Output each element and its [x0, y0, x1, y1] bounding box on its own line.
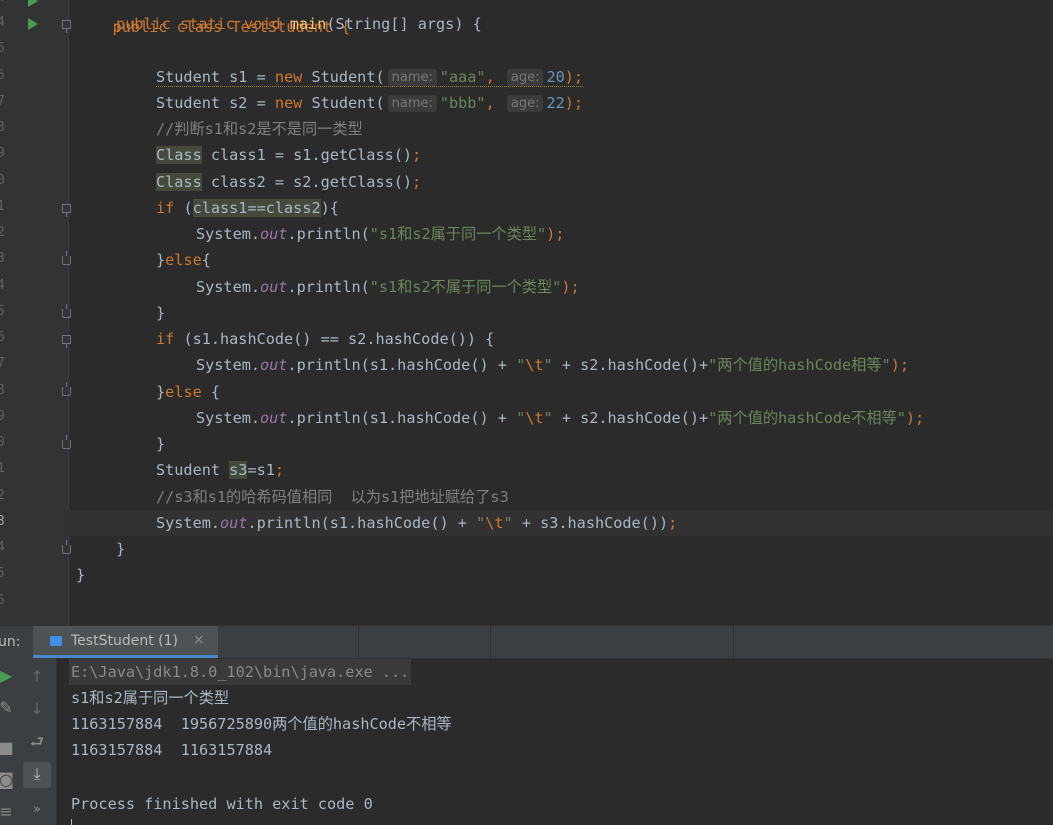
code-line: Student s3=s1;: [156, 461, 285, 479]
line-number: 0: [0, 435, 5, 450]
fold-marker-icon[interactable]: [62, 335, 71, 348]
fold-marker-icon[interactable]: [62, 382, 71, 396]
line-number: 8: [0, 383, 5, 398]
line-number: 1: [0, 461, 5, 476]
tab-label: TestStudent (1): [71, 633, 178, 649]
param-hint-age: age:: [506, 69, 544, 86]
run-class-icon[interactable]: [28, 0, 38, 7]
line-number: 3: [0, 251, 5, 266]
param-hint-name: name:: [387, 69, 437, 86]
line-number-current: 3: [0, 514, 5, 529]
arrow-up-icon[interactable]: ↑: [22, 667, 52, 686]
code-comment: //判断s1和s2是不是同一类型: [156, 120, 363, 138]
code-line: }: [116, 540, 126, 558]
code-line: System.out.println(s1.hashCode() + "\t" …: [196, 356, 909, 374]
line-number: 6: [0, 68, 5, 83]
line-number: 2: [0, 225, 5, 240]
code-line: Class class1 = s1.getClass();: [156, 146, 422, 164]
fold-marker-icon[interactable]: [62, 20, 71, 33]
divider: [358, 626, 359, 658]
code-line: Student s2 = new Student(name: "bbb", age…: [156, 94, 584, 112]
code-line: }: [156, 304, 166, 322]
code-line: System.out.println("s1和s2不属于同一个类型");: [196, 278, 580, 296]
run-main-icon[interactable]: [28, 18, 38, 30]
stop-icon[interactable]: ■: [0, 738, 21, 757]
line-number: 0: [0, 173, 5, 188]
run-icon[interactable]: ▶: [0, 666, 21, 685]
line-number: 9: [0, 146, 5, 161]
console-output-line: 1163157884 1956725890两个值的hashCode不相等: [71, 715, 452, 733]
code-line: System.out.println(s1.hashCode() + "\t" …: [196, 409, 925, 427]
fold-marker-icon[interactable]: [62, 204, 71, 217]
code-line-current: System.out.println(s1.hashCode() + "\t" …: [156, 514, 678, 532]
more-icon[interactable]: »: [22, 802, 52, 817]
fold-marker-icon[interactable]: [62, 435, 71, 449]
editor-gutter: 4 4 5 6 7 8 9 0 1 2 3 4 5 6 7 8 9 0 1 2 …: [0, 0, 71, 625]
line-number: 9: [0, 409, 5, 424]
line-number: 4: [0, 278, 5, 293]
code-editor[interactable]: 4 4 5 6 7 8 9 0 1 2 3 4 5 6 7 8 9 0 1 2 …: [0, 0, 1053, 625]
code-line: }else{: [156, 251, 211, 269]
line-number: 4: [0, 0, 11, 5]
code-line: if (s1.hashCode() == s2.hashCode()) {: [156, 330, 495, 348]
run-panel-label: un:: [0, 634, 21, 650]
run-toolbar-primary: ▶ ✎ ■ ◙ ≡: [0, 658, 20, 825]
line-number: 2: [0, 488, 5, 503]
line-number: 5: [0, 566, 5, 581]
fold-marker-icon[interactable]: [62, 251, 71, 265]
code-line: if (class1==class2){: [156, 199, 339, 217]
arrow-down-icon[interactable]: ↓: [22, 699, 52, 718]
code-line: Class class2 = s2.getClass();: [156, 173, 422, 191]
console-output-line: s1和s2属于同一个类型: [71, 689, 230, 707]
line-number: 8: [0, 120, 5, 135]
more-icon[interactable]: ≡: [0, 802, 21, 821]
fold-marker-icon[interactable]: [62, 304, 71, 318]
code-line: }else {: [156, 383, 221, 401]
line-number: 4: [0, 15, 5, 30]
code-line: System.out.println("s1和s2属于同一个类型");: [196, 225, 565, 243]
line-number: 5: [0, 41, 5, 56]
divider: [490, 626, 491, 658]
fold-marker-icon[interactable]: [62, 540, 71, 554]
soft-wrap-icon[interactable]: ⮐: [22, 731, 52, 758]
console-output-line: Process finished with exit code 0: [71, 795, 373, 813]
run-config-icon: [50, 636, 62, 646]
run-toolbar-secondary: ↑ ↓ ⮐ ⤓ »: [20, 658, 57, 825]
line-number: 6: [0, 593, 5, 608]
param-hint-age: age:: [506, 95, 544, 112]
tab-test-student[interactable]: TestStudent (1) ×: [33, 626, 218, 658]
code-comment: //s3和s1的哈希码值相同 以为s1把地址赋给了s3: [156, 488, 509, 506]
run-tab-bar: un: TestStudent (1) ×: [0, 625, 1053, 659]
code-line: Student s1 = new Student(name: "aaa", age…: [156, 68, 584, 87]
line-number: 1: [0, 199, 5, 214]
line-number: 6: [0, 330, 5, 345]
console-command-line[interactable]: E:\Java\jdk1.8.0_102\bin\java.exe ...: [69, 659, 412, 685]
line-number: 4: [0, 540, 5, 555]
code-line: }: [76, 566, 86, 584]
line-number: 7: [0, 356, 5, 371]
param-hint-name: name:: [387, 95, 437, 112]
code-line: public static void main(String[] args) {: [116, 15, 482, 33]
camera-icon[interactable]: ◙: [0, 770, 21, 789]
console-output-line: 1163157884 1163157884: [71, 741, 273, 759]
divider: [733, 626, 734, 658]
run-panel: un: TestStudent (1) × ▶ ✎ ■ ◙ ≡ ↑ ↓ ⮐ ⤓ …: [0, 625, 1053, 825]
wrench-icon[interactable]: ✎: [0, 698, 21, 717]
code-line: }: [156, 435, 166, 453]
line-number: 5: [0, 304, 5, 319]
text-cursor: [71, 819, 72, 825]
close-icon[interactable]: ×: [193, 632, 205, 648]
scroll-to-end-icon: ⤓: [33, 764, 41, 783]
line-number: 7: [0, 94, 5, 109]
